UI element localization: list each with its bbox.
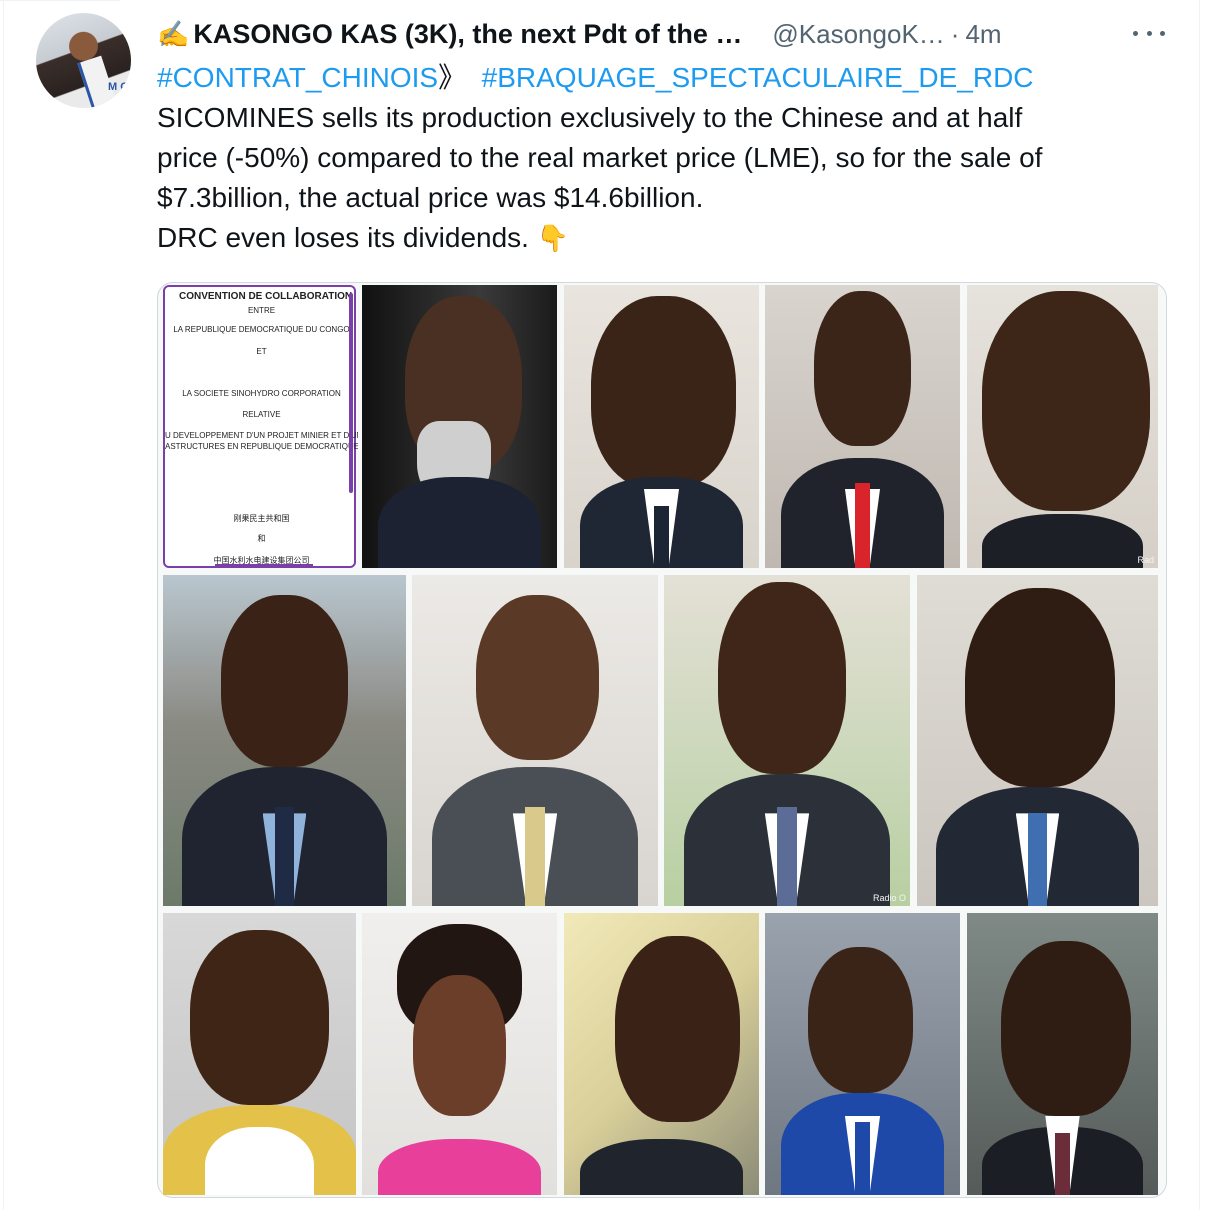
doc-line: LA REPUBLIQUE DEMOCRATIQUE DU CONGO xyxy=(173,325,350,334)
doc-line: 和 xyxy=(257,534,266,543)
hashtag-arrow: 》 xyxy=(438,62,467,93)
hashtag-contrat-chinois[interactable]: #CONTRAT_CHINOIS xyxy=(157,62,438,93)
portrait-photo[interactable] xyxy=(967,913,1158,1195)
timeline-border-left xyxy=(3,0,4,1210)
timeline-border-right xyxy=(1199,0,1200,1210)
more-options-icon[interactable] xyxy=(1133,21,1165,45)
portrait-photo[interactable]: Rad xyxy=(967,285,1158,568)
doc-line: ENTRE xyxy=(247,306,276,315)
doc-line: U DEVELOPPEMENT D'UN PROJET MINIER ET D'… xyxy=(165,431,358,440)
tweet-text: #CONTRAT_CHINOIS》 #BRAQUAGE_SPECTACULAIR… xyxy=(157,58,1167,258)
tweet-header: ✍️ KASONGO KAS (3K), the next Pdt of the… xyxy=(157,16,1187,52)
timeline-divider xyxy=(0,0,120,1)
tweet-timestamp[interactable]: 4m xyxy=(965,19,1001,50)
doc-title: CONVENTION DE COLLABORATION xyxy=(179,291,353,302)
hashtag-line: #CONTRAT_CHINOIS》 #BRAQUAGE_SPECTACULAIR… xyxy=(157,58,1167,98)
header-separator: · xyxy=(950,18,960,49)
writing-hand-emoji: ✍️ xyxy=(157,18,190,49)
portrait-photo[interactable] xyxy=(564,913,759,1195)
avatar[interactable]: M C xyxy=(36,13,131,108)
tweet-body-line: SICOMINES sells its production exclusive… xyxy=(157,102,1023,133)
portrait-photo[interactable]: Radio O xyxy=(664,575,910,906)
author-handle[interactable]: @KasongoK… xyxy=(772,19,944,50)
doc-line: RELATIVE xyxy=(242,410,281,419)
author-display-name[interactable]: KASONGO KAS (3K), the next Pdt of the … xyxy=(193,19,742,50)
doc-line: 刚果民主共和国 xyxy=(233,514,290,523)
portrait-photo[interactable] xyxy=(412,575,658,906)
portrait-photo[interactable] xyxy=(765,285,960,568)
tweet-body-line: price (-50%) compared to the real market… xyxy=(157,142,1043,173)
photo-caption: Radio O xyxy=(872,893,906,903)
doc-accent-bar xyxy=(349,293,353,493)
portrait-photo[interactable] xyxy=(163,575,406,906)
convention-document-image[interactable]: CONVENTION DE COLLABORATION ENTRE LA REP… xyxy=(163,285,358,568)
hashtag-braquage[interactable]: #BRAQUAGE_SPECTACULAIRE_DE_RDC xyxy=(482,62,1034,93)
portrait-photo[interactable] xyxy=(362,913,557,1195)
tweet-body-line-last: DRC even loses its dividends. 👇 xyxy=(157,218,1167,258)
doc-line: ASTRUCTURES EN REPUBLIQUE DEMOCRATIQUE D… xyxy=(165,442,358,451)
doc-accent-bar xyxy=(215,564,313,568)
tweet-body-text: DRC even loses its dividends. xyxy=(157,222,529,253)
doc-line: LA SOCIETE SINOHYDRO CORPORATION xyxy=(182,389,341,398)
portrait-photo[interactable] xyxy=(564,285,759,568)
tweet-body-line: $7.3billion, the actual price was $14.6b… xyxy=(157,182,704,213)
photo-caption: Rad xyxy=(1137,555,1154,565)
avatar-sash-text: M C xyxy=(108,81,129,93)
portrait-photo[interactable] xyxy=(163,913,356,1195)
doc-line: ET xyxy=(256,347,267,356)
portrait-photo[interactable] xyxy=(362,285,557,568)
pointing-down-icon: 👇 xyxy=(536,223,570,253)
portrait-photo[interactable] xyxy=(917,575,1158,906)
portrait-photo[interactable] xyxy=(765,913,960,1195)
